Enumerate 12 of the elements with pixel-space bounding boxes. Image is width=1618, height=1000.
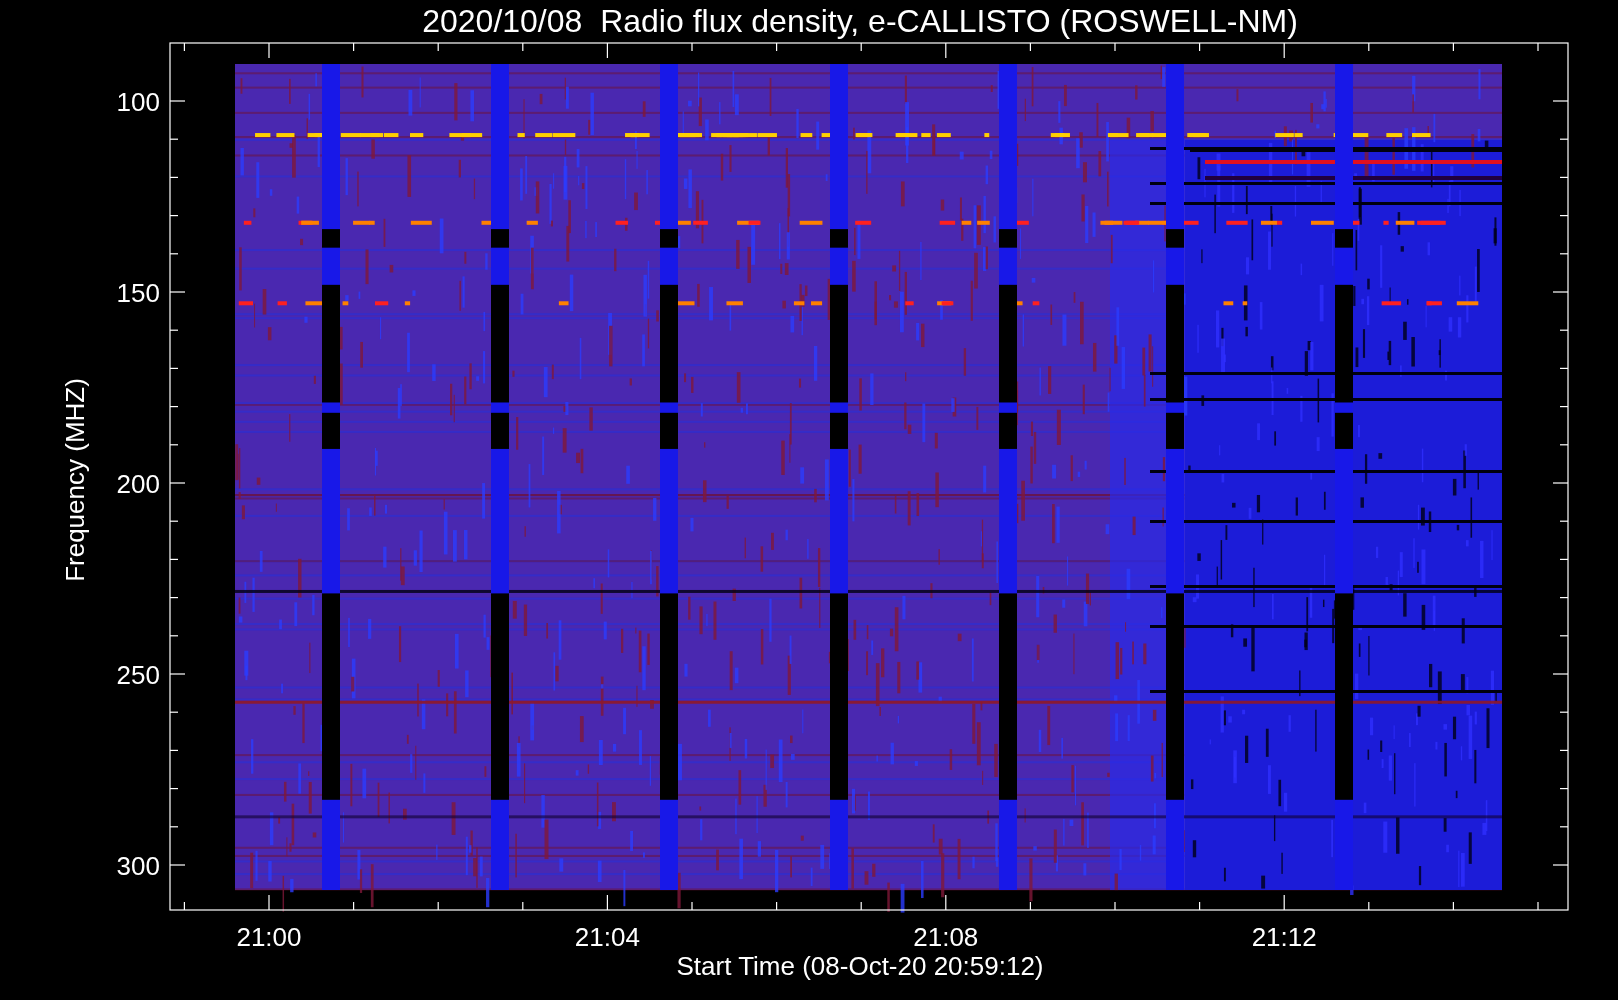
axis-tick-label: 200: [116, 469, 160, 499]
axis-tick-label: 300: [116, 851, 160, 881]
axis-tick-label: 21:00: [236, 922, 302, 952]
axis-tick-label: 21:12: [1251, 922, 1317, 952]
axis-title: Frequency (MHZ): [60, 378, 90, 582]
plot-title: 2020/10/08 Radio flux density, e-CALLISTO (ROSWELL-NM): [422, 3, 1298, 39]
axis-tick-label: 21:04: [574, 922, 640, 952]
axis-tick-label: 100: [116, 87, 160, 117]
axis-tick-label: 250: [116, 660, 160, 690]
axis-tick-label: 150: [116, 278, 160, 308]
axis-title: Start Time (08-Oct-20 20:59:12): [676, 951, 1044, 981]
axis-tick-label: 21:08: [913, 922, 979, 952]
